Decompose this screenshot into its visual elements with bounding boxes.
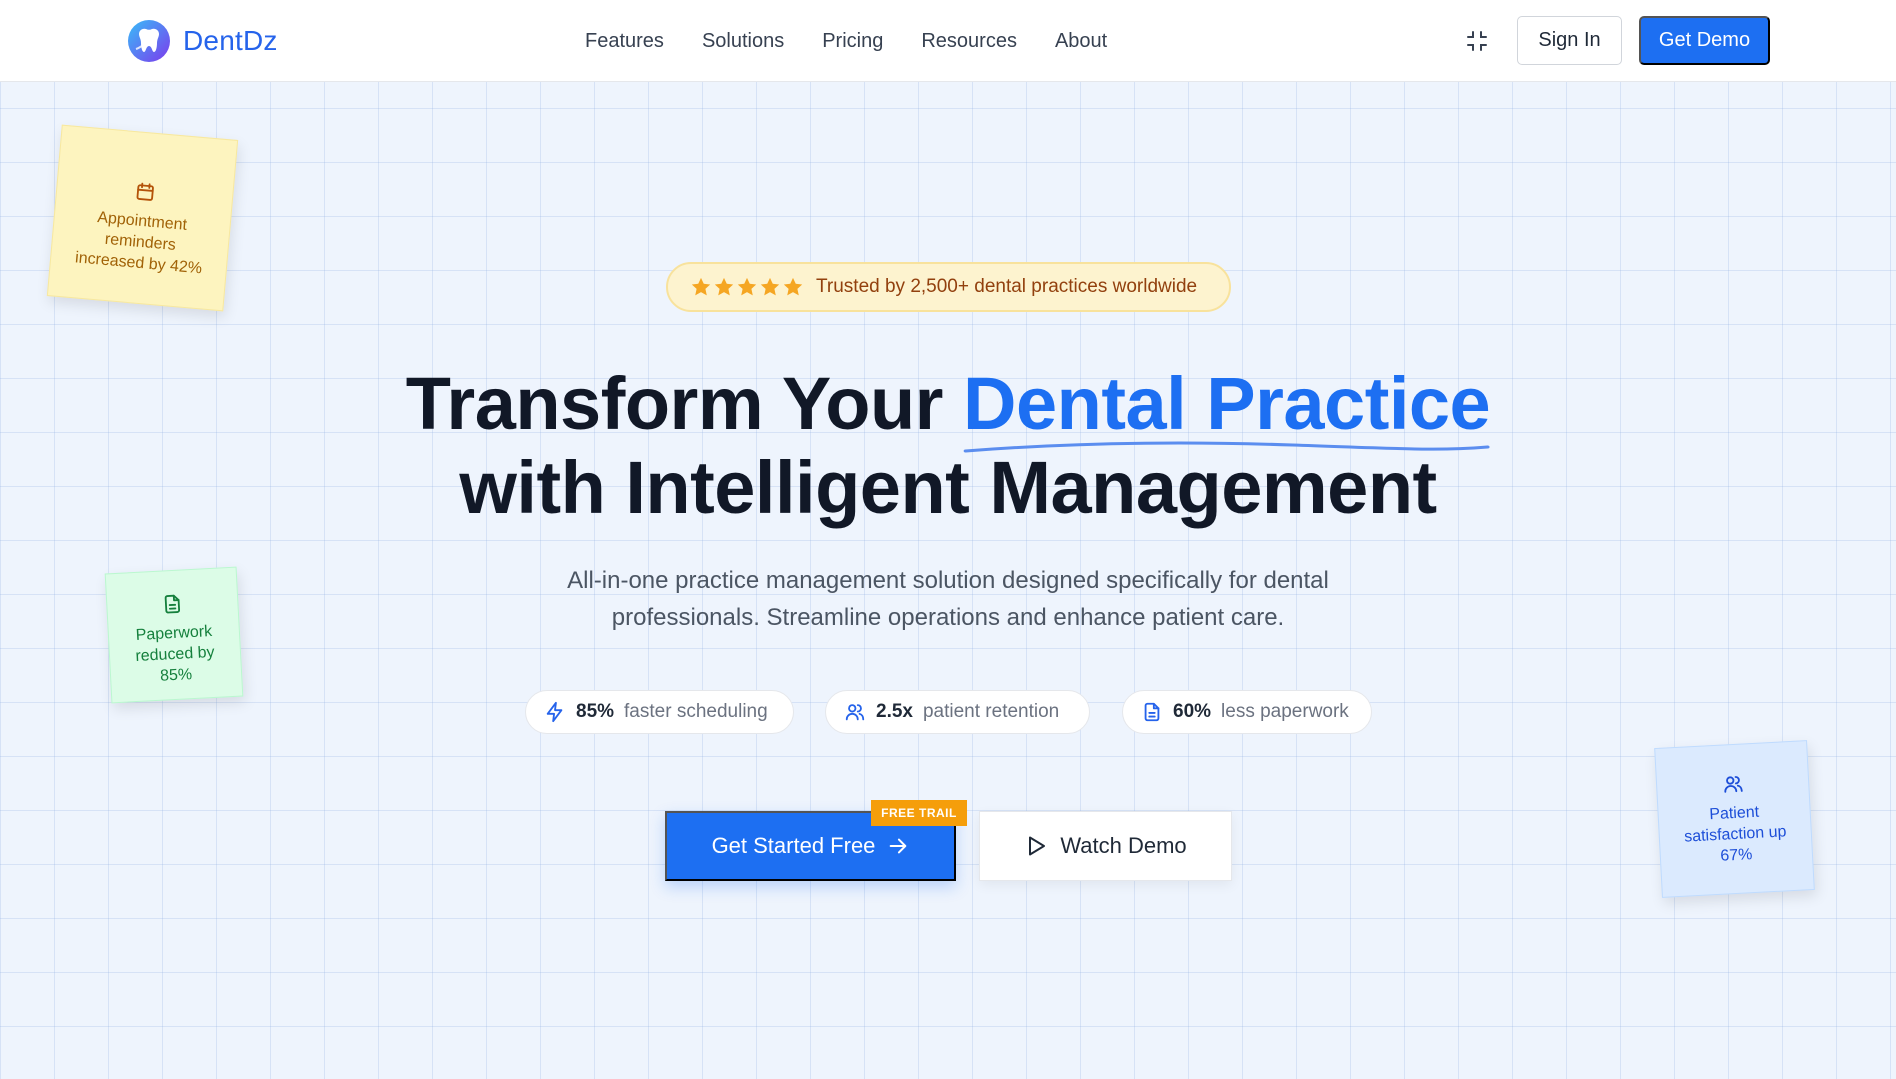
hero-subtitle: All-in-one practice management solution … (567, 567, 1329, 631)
minimize-icon[interactable] (1460, 24, 1494, 58)
note-text: Appointment reminders increased by 42% (74, 209, 203, 278)
star-icon (714, 277, 734, 296)
get-started-label: Get Started Free (711, 833, 876, 858)
lightning-icon (546, 701, 563, 723)
tooth-logo-icon (128, 20, 170, 62)
nav-solutions[interactable]: Solutions (702, 30, 784, 53)
star-icon (783, 277, 803, 296)
arrow-right-icon (890, 838, 907, 854)
main-menu: Features Solutions Pricing Resources Abo… (585, 0, 1145, 82)
stat-label: faster scheduling (624, 701, 768, 722)
users-icon (1723, 776, 1743, 793)
star-icon (691, 277, 711, 296)
note-text: Patient satisfaction up 67% (1683, 803, 1787, 865)
stat-value: 60% (1173, 701, 1212, 722)
note-text: Paperwork reduced by 85% (135, 623, 215, 685)
play-icon (1029, 836, 1046, 856)
nav-resources[interactable]: Resources (921, 30, 1017, 53)
top-navigation: DentDz Features Solutions Pricing Resour… (0, 0, 1896, 82)
hero-title: Transform Your Dental Practice with Inte… (348, 362, 1548, 530)
watch-demo-label: Watch Demo (1060, 833, 1187, 858)
note-appointment-reminders: Appointment reminders increased by 42% (46, 124, 239, 312)
trust-badge: Trusted by 2,500+ dental practices world… (666, 262, 1231, 312)
hero-title-accent: Dental Practice (963, 362, 1491, 453)
hero-title-accent-text: Dental Practice (963, 362, 1491, 445)
stat-label: patient retention (922, 701, 1060, 722)
calendar-icon (136, 182, 154, 201)
document-icon (164, 594, 181, 614)
stat-patient-retention: 2.5x patient retention (825, 690, 1090, 734)
trust-text: Trusted by 2,500+ dental practices world… (816, 276, 1198, 297)
stat-value: 85% (576, 701, 615, 722)
brand[interactable]: DentDz (127, 19, 278, 63)
stat-faster-scheduling: 85% faster scheduling (525, 690, 794, 734)
nav-about[interactable]: About (1055, 30, 1107, 53)
star-icon (760, 277, 780, 296)
hero-title-start: Transform Your (405, 362, 944, 445)
free-trial-badge: FREE TRAIL (871, 800, 967, 826)
stat-value: 2.5x (876, 701, 913, 722)
star-icon (737, 277, 757, 296)
nav-features[interactable]: Features (585, 30, 664, 53)
sign-in-button[interactable]: Sign In (1517, 16, 1622, 65)
nav-pricing[interactable]: Pricing (822, 30, 883, 53)
underline-decoration (963, 441, 1490, 453)
note-patient-satisfaction: Patient satisfaction up 67% (1654, 740, 1815, 898)
brand-name: DentDz (183, 25, 278, 56)
stat-less-paperwork: 60% less paperwork (1122, 690, 1372, 734)
rating-stars (690, 276, 804, 298)
watch-demo-button[interactable]: Watch Demo (979, 811, 1232, 881)
stat-label: less paperwork (1221, 701, 1349, 722)
get-demo-button[interactable]: Get Demo (1639, 16, 1770, 65)
document-icon (1144, 702, 1160, 722)
note-paperwork: Paperwork reduced by 85% (104, 566, 244, 704)
users-icon (845, 704, 865, 721)
